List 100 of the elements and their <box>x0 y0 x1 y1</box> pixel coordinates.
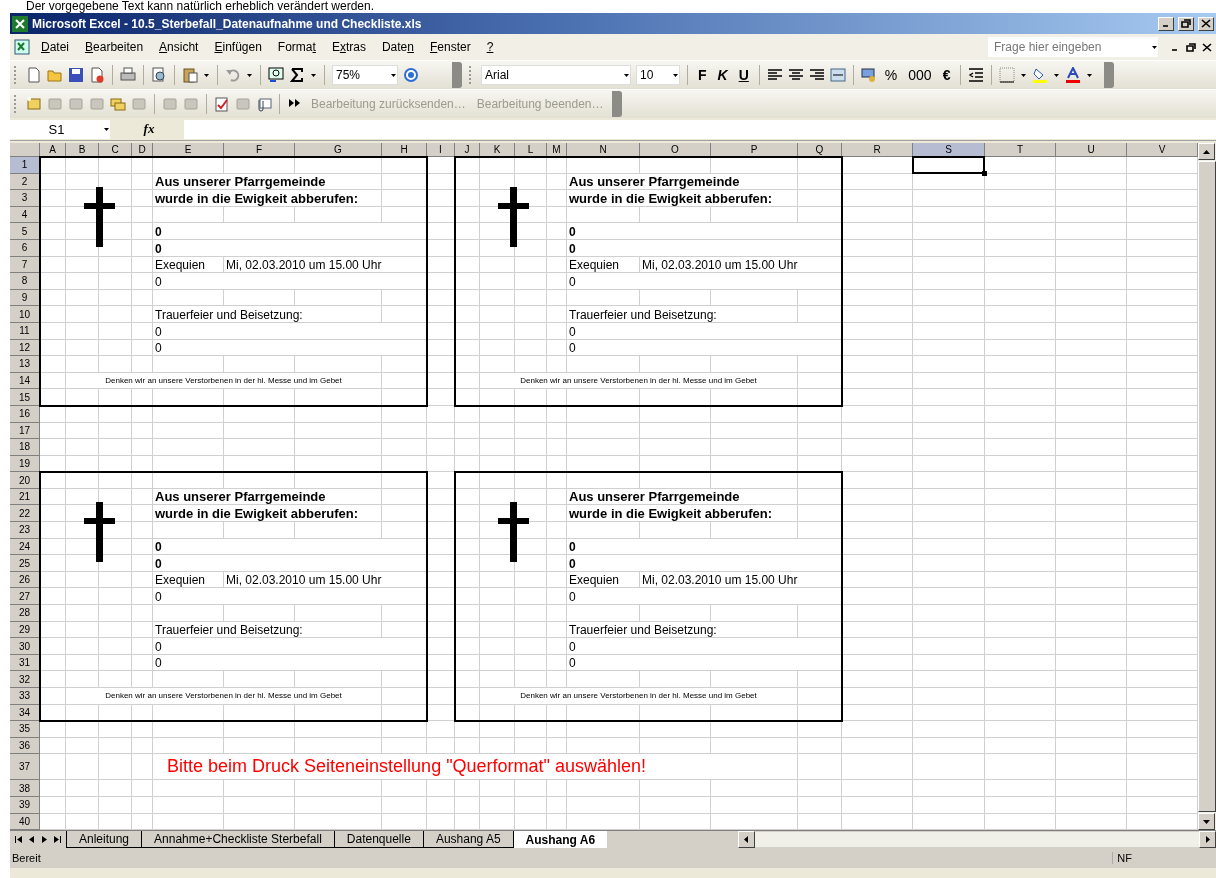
row-header[interactable]: 33 <box>10 688 40 705</box>
column-header[interactable]: Q <box>798 143 842 157</box>
left-arrow-icon[interactable] <box>742 835 751 845</box>
column-header[interactable]: S <box>913 143 985 157</box>
column-header[interactable]: A <box>40 143 66 157</box>
italic-button[interactable]: K <box>714 67 731 83</box>
column-header[interactable]: C <box>99 143 132 157</box>
toolbar-options-icon[interactable] <box>1104 62 1115 88</box>
sheet-tab[interactable]: Aushang A5 <box>422 831 513 849</box>
column-header[interactable]: F <box>224 143 295 157</box>
font-color-icon[interactable] <box>1065 67 1082 83</box>
row-header[interactable]: 37 <box>10 754 40 781</box>
row-header[interactable]: 20 <box>10 472 40 489</box>
row-header[interactable]: 32 <box>10 671 40 688</box>
column-header[interactable]: D <box>132 143 153 157</box>
scroll-right-button[interactable] <box>1199 831 1216 849</box>
column-header[interactable]: E <box>153 143 224 157</box>
column-header[interactable]: T <box>985 143 1056 157</box>
row-header[interactable]: 8 <box>10 273 40 290</box>
currency-style-icon[interactable] <box>860 67 877 83</box>
function-label[interactable]: fx <box>114 121 184 137</box>
menu-item[interactable]: Bearbeiten <box>78 38 151 56</box>
mail-attachment-icon[interactable] <box>256 96 272 112</box>
row-header[interactable]: 3 <box>10 190 40 207</box>
sheet-tab[interactable]: Datenquelle <box>333 831 423 849</box>
row-header[interactable]: 38 <box>10 780 40 797</box>
thousands-button[interactable]: 000 <box>905 67 935 83</box>
scroll-left-button[interactable] <box>738 831 755 849</box>
row-header[interactable]: 22 <box>10 505 40 523</box>
row-header[interactable]: 25 <box>10 555 40 572</box>
font-field[interactable]: Arial <box>481 65 631 85</box>
menu-item[interactable]: Fenster <box>422 38 478 56</box>
column-header[interactable]: L <box>515 143 547 157</box>
row-header[interactable]: 27 <box>10 588 40 606</box>
menu-item[interactable]: Daten <box>374 38 421 56</box>
row-header[interactable]: 35 <box>10 721 40 738</box>
show-all-comments-icon[interactable] <box>110 96 126 112</box>
first-sheet-icon[interactable] <box>14 835 23 845</box>
column-header[interactable]: M <box>547 143 567 157</box>
currency-convert-icon[interactable] <box>268 67 284 83</box>
menu-item[interactable]: Format <box>270 38 323 56</box>
restore-icon[interactable] <box>1186 42 1196 52</box>
menu-item[interactable]: Ansicht <box>152 38 206 56</box>
align-left-icon[interactable] <box>766 67 783 83</box>
help-icon[interactable] <box>403 67 419 83</box>
workbook-icon[interactable] <box>14 39 32 55</box>
row-header[interactable]: 18 <box>10 439 40 456</box>
menu-item[interactable]: Datei <box>34 38 77 56</box>
font-size-field[interactable]: 10 <box>636 65 680 85</box>
print-preview-icon[interactable] <box>151 67 167 83</box>
last-sheet-icon[interactable] <box>53 835 62 845</box>
up-arrow-icon[interactable] <box>1202 147 1211 156</box>
print-icon[interactable] <box>120 67 136 83</box>
scrollbar-thumb[interactable] <box>1198 161 1216 813</box>
column-header[interactable]: O <box>640 143 711 157</box>
column-header[interactable]: N <box>567 143 640 157</box>
percent-button[interactable]: % <box>881 67 901 83</box>
column-header[interactable]: I <box>427 143 455 157</box>
row-header[interactable]: 10 <box>10 306 40 323</box>
save-icon[interactable] <box>68 67 84 83</box>
column-header[interactable]: G <box>295 143 382 157</box>
name-box[interactable]: S1 <box>10 119 110 139</box>
column-header[interactable]: K <box>480 143 515 157</box>
horizontal-scrollbar[interactable] <box>755 832 1199 848</box>
column-header[interactable]: B <box>66 143 99 157</box>
row-header[interactable]: 5 <box>10 223 40 240</box>
column-header[interactable]: R <box>842 143 913 157</box>
previous-sheet-icon[interactable] <box>27 835 36 845</box>
next-sheet-icon[interactable] <box>40 835 49 845</box>
align-center-icon[interactable] <box>787 67 804 83</box>
menu-item[interactable]: Extras <box>324 38 373 56</box>
column-header[interactable]: J <box>455 143 480 157</box>
row-header[interactable]: 1 <box>10 157 40 174</box>
borders-icon[interactable] <box>999 67 1016 83</box>
scroll-down-button[interactable] <box>1198 813 1215 831</box>
merge-center-icon[interactable] <box>829 67 846 83</box>
align-right-icon[interactable] <box>808 67 825 83</box>
open-folder-icon[interactable] <box>47 67 63 83</box>
toolbar-options-icon[interactable] <box>611 91 622 117</box>
zoom-field[interactable]: 75% <box>332 65 398 85</box>
sheet-tab[interactable]: Annahme+Checkliste Sterbefall <box>141 831 334 849</box>
document-restricted-icon[interactable] <box>89 67 105 83</box>
bold-button[interactable]: F <box>695 67 710 83</box>
autosum-icon[interactable] <box>289 67 305 83</box>
sheet-tab[interactable]: Aushang A6 <box>512 831 608 849</box>
column-header[interactable]: V <box>1127 143 1198 157</box>
paste-icon[interactable] <box>182 67 198 83</box>
new-document-icon[interactable] <box>26 67 42 83</box>
down-arrow-icon[interactable] <box>1202 817 1211 826</box>
row-header[interactable]: 28 <box>10 605 40 622</box>
help-search-field[interactable]: Frage hier eingeben <box>988 37 1158 57</box>
column-header[interactable]: U <box>1056 143 1127 157</box>
fill-color-icon[interactable] <box>1032 67 1049 83</box>
menu-item[interactable]: Einfügen <box>207 38 269 56</box>
close-icon[interactable] <box>1202 42 1212 52</box>
row-header[interactable]: 30 <box>10 638 40 655</box>
menu-item[interactable]: ? <box>479 38 501 56</box>
decrease-indent-icon[interactable] <box>968 67 985 83</box>
row-header[interactable]: 23 <box>10 522 40 539</box>
track-changes-icon[interactable] <box>162 96 178 112</box>
